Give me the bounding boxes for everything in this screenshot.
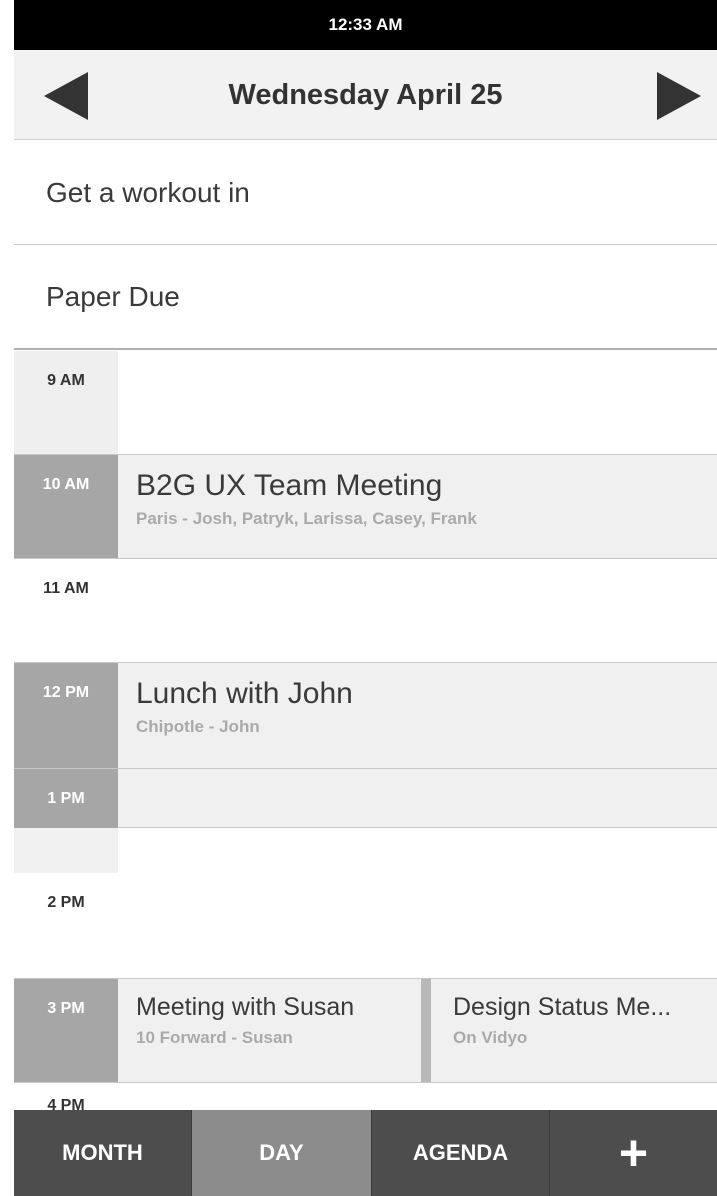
hour-label: 3 PM xyxy=(14,979,118,1082)
tab-month[interactable]: MONTH xyxy=(14,1110,192,1196)
hour-label: 4 PM xyxy=(14,1083,118,1110)
hour-row-1pm: 1 PM xyxy=(14,769,717,873)
event-block[interactable]: Design Status Me... On Vidyo xyxy=(431,979,717,1082)
hour-label: 2 PM xyxy=(14,873,118,978)
event-block-continued[interactable] xyxy=(118,769,717,828)
hour-label: 12 PM xyxy=(14,663,118,768)
event-title: B2G UX Team Meeting xyxy=(136,469,443,502)
hour-label: 10 AM xyxy=(14,455,118,558)
hour-label: 11 AM xyxy=(14,559,118,662)
all-day-event-title: Paper Due xyxy=(46,280,180,312)
time-slot[interactable] xyxy=(118,351,717,454)
event-divider xyxy=(421,979,431,1082)
event-subtitle: 10 Forward - Susan xyxy=(136,1028,293,1047)
event-subtitle: Chipotle - John xyxy=(136,717,260,736)
right-triangle-arrow-icon xyxy=(657,72,701,120)
hour-label: 9 AM xyxy=(14,351,118,454)
tab-day[interactable]: DAY xyxy=(192,1110,372,1196)
hour-row-2pm[interactable]: 2 PM xyxy=(14,873,717,979)
event-subtitle: Paris - Josh, Patryk, Larissa, Casey, Fr… xyxy=(136,509,477,528)
time-slot[interactable] xyxy=(118,559,717,662)
status-bar: 12:33 AM xyxy=(14,0,717,50)
all-day-event[interactable]: Get a workout in xyxy=(14,141,717,245)
all-day-event-title: Get a workout in xyxy=(46,176,250,208)
hour-row-3pm: 3 PM Meeting with Susan 10 Forward - Sus… xyxy=(14,979,717,1083)
view-tab-bar: MONTH DAY AGENDA + xyxy=(14,1110,717,1196)
event-title: Lunch with John xyxy=(136,677,353,710)
date-header: Wednesday April 25 xyxy=(14,50,717,140)
hour-label: 1 PM xyxy=(14,769,118,828)
page-title: Wednesday April 25 xyxy=(228,78,503,111)
event-block[interactable]: Meeting with Susan 10 Forward - Susan xyxy=(118,979,421,1082)
time-slot[interactable] xyxy=(118,828,717,873)
hour-label-half xyxy=(14,828,118,873)
add-event-button[interactable]: + xyxy=(550,1110,717,1196)
time-slot[interactable] xyxy=(118,873,717,978)
event-subtitle: On Vidyo xyxy=(453,1028,528,1047)
hour-row-10am: 10 AM B2G UX Team Meeting Paris - Josh, … xyxy=(14,455,717,559)
tab-agenda[interactable]: AGENDA xyxy=(372,1110,550,1196)
calendar-screen: 12:33 AM Wednesday April 25 Get a workou… xyxy=(14,0,717,1196)
event-block[interactable]: Lunch with John Chipotle - John xyxy=(118,663,717,768)
hour-row-4pm[interactable]: 4 PM xyxy=(14,1083,717,1110)
event-title: Design Status Me... xyxy=(453,993,672,1021)
event-block[interactable]: B2G UX Team Meeting Paris - Josh, Patryk… xyxy=(118,455,717,558)
event-title: Meeting with Susan xyxy=(136,993,355,1021)
hour-row-12pm: 12 PM Lunch with John Chipotle - John xyxy=(14,663,717,769)
all-day-event[interactable]: Paper Due xyxy=(14,245,717,350)
status-time: 12:33 AM xyxy=(328,15,403,34)
next-day-button[interactable] xyxy=(657,72,701,120)
hour-row-11am[interactable]: 11 AM xyxy=(14,559,717,663)
time-slot[interactable] xyxy=(118,1083,717,1110)
plus-icon: + xyxy=(618,1125,649,1181)
hour-row-9am[interactable]: 9 AM xyxy=(14,351,717,455)
